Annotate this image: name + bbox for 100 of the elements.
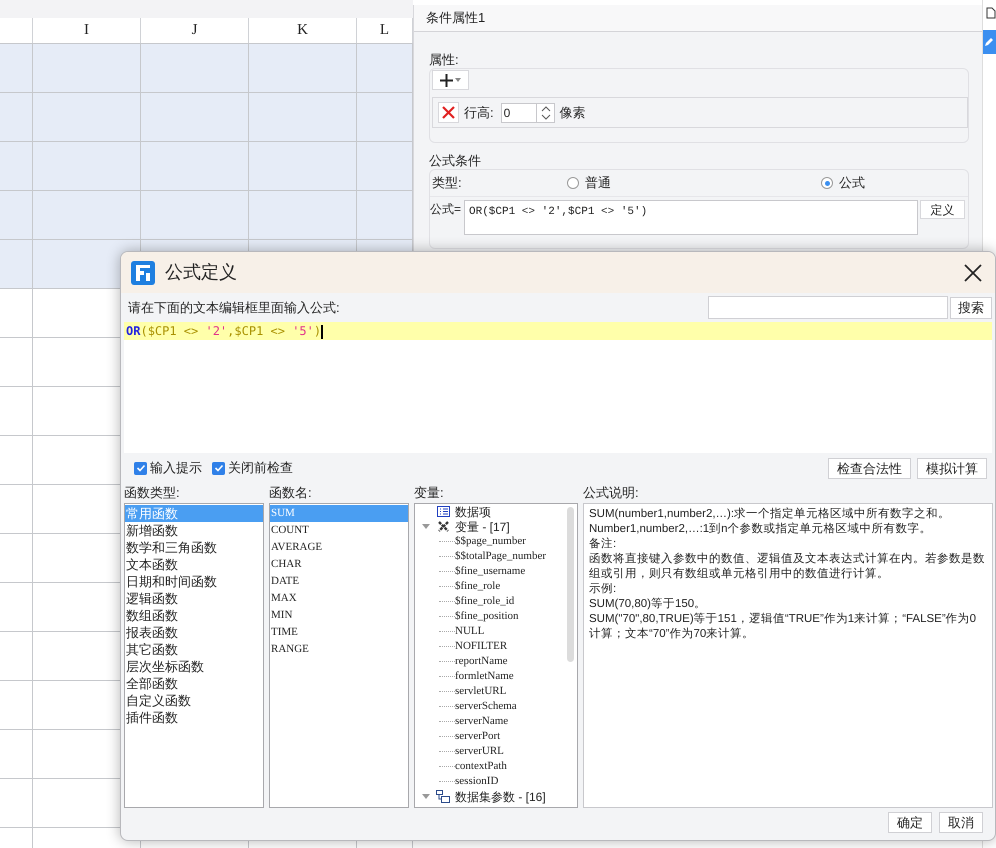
tree-item[interactable]: serverPort [455,728,500,745]
formula-field[interactable]: OR($CP1 <> '2',$CP1 <> '5') [464,200,918,235]
document-icon[interactable] [986,7,996,19]
grid-cell[interactable] [357,93,413,141]
grid-cell[interactable] [0,44,33,92]
grid-cell[interactable] [141,93,249,141]
list-item[interactable]: 自定义函数 [125,692,263,709]
list-item[interactable]: 逻辑函数 [125,590,263,607]
description-text: SUM("70",80,TRUE)等于151，逻辑值“TRUE”作为1来计算；“FALSE”作为0计算；文本“70”作为70来计算。 [589,612,978,642]
field-label: 行高: [464,104,494,122]
tree-item[interactable]: $$page_number [455,533,526,550]
description-text: 函数将直接键入参数中的数值、逻辑值及文本表达式计算在内。若参数是数组或引用，则只有数组或单元格引用中的数值进行计算。 [589,552,986,582]
list-item[interactable]: MIN [270,607,408,624]
close-button[interactable] [963,262,983,282]
grid-cell[interactable] [141,44,249,92]
tree-item[interactable]: $fine_role [455,578,500,595]
close-icon [442,106,455,119]
tree-item[interactable]: 数据集参数 - [16] [455,788,546,806]
column-header[interactable]: I [84,19,89,42]
dialog-button[interactable]: 确定 [888,812,932,833]
tree-item[interactable]: sessionID [455,773,498,790]
tree-item[interactable]: formletName [455,668,514,685]
column-header[interactable]: L [380,19,390,42]
list-item[interactable]: TIME [270,624,408,641]
caret-icon [455,78,461,82]
collapse-caret-icon[interactable] [420,794,432,799]
grid-cell[interactable] [141,191,249,239]
grid-cell[interactable] [0,142,33,190]
define-button[interactable]: 定义 [920,200,965,219]
radio-button[interactable]: 普通 [567,173,821,193]
tree-item[interactable]: serverURL [455,743,504,760]
search-button[interactable]: 搜索 [950,296,992,318]
list-item[interactable]: 数学和三角函数 [125,539,263,556]
grid-cell[interactable] [0,191,33,239]
tree-item[interactable]: serverName [455,713,508,730]
description-text: 示例: [589,582,618,597]
delete-button[interactable] [438,102,459,123]
row-height-field[interactable]: 0 [500,102,555,122]
grid-cell[interactable] [33,93,141,141]
list-item[interactable]: 数组函数 [125,607,263,624]
add-button[interactable] [432,70,469,90]
collapse-caret-icon[interactable] [420,524,432,529]
grid-cell[interactable] [33,191,141,239]
list-item[interactable]: 新增函数 [125,522,263,539]
list-item[interactable]: 日期和时间函数 [125,573,263,590]
grid-cell[interactable] [0,93,33,141]
formula-editor[interactable]: OR($CP1 <> '2',$CP1 <> '5') [124,322,992,453]
tree-item[interactable]: $fine_position [455,608,519,625]
row-height-input[interactable]: 0 [502,104,536,122]
tree-item[interactable]: contextPath [455,758,507,775]
scrollbar[interactable] [567,507,574,662]
search-field[interactable] [708,296,948,319]
checkbox[interactable]: 关闭前检查 [212,458,293,478]
action-button[interactable]: 检查合法性 [828,458,911,478]
list-item[interactable]: RANGE [270,641,408,658]
pencil-icon[interactable] [983,30,996,54]
list-item[interactable]: 其它函数 [125,641,263,658]
tree-item[interactable]: reportName [455,653,508,670]
list-item[interactable]: 报表函数 [125,624,263,641]
tree-item[interactable]: $fine_username [455,563,526,580]
check-icon [214,463,224,473]
list-item[interactable]: MAX [270,590,408,607]
tree-item[interactable]: NOFILTER [455,638,508,655]
column-label: 变量: [414,484,444,502]
list-item[interactable]: CHAR [270,556,408,573]
grid-cell[interactable] [0,240,33,288]
field-label: 类型: [432,174,463,192]
tree-item[interactable]: 数据项 [455,504,491,520]
tree-item[interactable]: NULL [455,623,484,640]
tree-item[interactable]: 变量 - [17] [455,518,510,536]
tree-item[interactable]: serverSchema [455,698,517,715]
list-item[interactable]: 全部函数 [125,675,263,692]
action-button[interactable]: 模拟计算 [917,458,987,478]
list-item[interactable]: DATE [270,573,408,590]
grid-cell[interactable] [33,142,141,190]
column-label: 公式说明: [583,484,639,502]
grid-cell[interactable] [141,142,249,190]
grid-cell[interactable] [357,191,413,239]
list-item[interactable]: 插件函数 [125,709,263,726]
list-item[interactable]: AVERAGE [270,539,408,556]
grid-cell[interactable] [357,44,413,92]
dialog-title: 公式定义 [165,261,237,284]
dialog-button[interactable]: 取消 [939,812,983,833]
tree-item[interactable]: $$totalPage_number [455,548,546,565]
list-item[interactable]: 层次坐标函数 [125,658,263,675]
tree-item[interactable]: servletURL [455,683,506,700]
app-logo-icon [131,260,155,284]
grid-cell[interactable] [33,44,141,92]
tree-item[interactable]: $fine_role_id [455,593,514,610]
grid-cell[interactable] [249,191,357,239]
grid-cell[interactable] [357,142,413,190]
grid-cell[interactable] [249,93,357,141]
list-item[interactable]: 文本函数 [125,556,263,573]
radio-button[interactable]: 公式 [821,173,865,193]
checkbox[interactable]: 输入提示 [134,458,202,478]
column-header[interactable]: K [297,19,308,42]
grid-cell[interactable] [249,44,357,92]
grid-cell[interactable] [249,142,357,190]
list-item[interactable]: COUNT [270,522,408,539]
column-header[interactable]: J [192,19,198,42]
